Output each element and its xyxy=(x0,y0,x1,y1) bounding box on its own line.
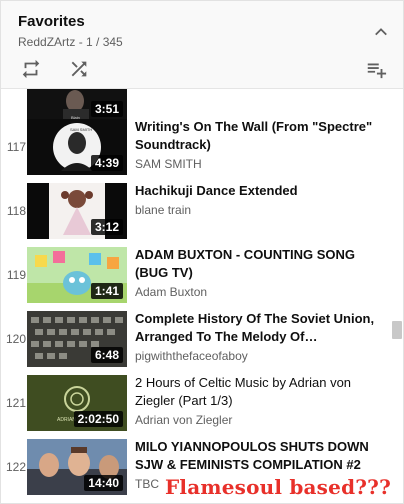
chevron-up-icon xyxy=(375,28,387,36)
video-thumbnail[interactable]: 1:41 xyxy=(27,247,127,303)
video-title[interactable]: 2 Hours of Celtic Music by Adrian von Zi… xyxy=(135,374,375,410)
loop-button[interactable] xyxy=(19,57,43,81)
playlist-item[interactable]: 120 6:48 Complete History Of The Soviet … xyxy=(1,307,389,371)
video-duration: 2:02:50 xyxy=(73,411,123,427)
channel-name[interactable]: TBC xyxy=(135,476,159,492)
item-index: 117 xyxy=(6,140,26,154)
svg-text:SAM SMITH: SAM SMITH xyxy=(70,127,92,132)
repeat-icon xyxy=(22,59,40,79)
channel-name[interactable]: Adam Buxton xyxy=(135,284,207,300)
playlist-subtitle: ReddZArtz - 1 / 345 xyxy=(18,35,123,49)
scrollbar[interactable] xyxy=(389,89,403,503)
playlist-items[interactable]: Blain 3:51 117 SAM SMITH 4:39 Writing's … xyxy=(1,89,389,503)
scrollbar-thumb[interactable] xyxy=(392,321,402,339)
playlist-panel: Favorites ReddZArtz - 1 / 345 Blain 3:51… xyxy=(0,0,404,504)
video-title[interactable]: Hachikuji Dance Extended xyxy=(135,182,375,200)
playlist-item[interactable]: 121 ADRIAN VON ZIEGLER 2:02:50 2 Hours o… xyxy=(1,371,389,435)
playlist-item[interactable]: 119 1:41 ADAM BUXTON - COUNTING SONG (BU… xyxy=(1,243,389,307)
playlist-item[interactable]: 117 SAM SMITH 4:39 Writing's On The Wall… xyxy=(1,115,389,179)
playlist-add-icon xyxy=(367,63,387,79)
shuffle-button[interactable] xyxy=(67,57,91,81)
playlist-header: Favorites ReddZArtz - 1 / 345 xyxy=(1,1,403,89)
channel-name[interactable]: pigwiththefaceofaboy xyxy=(135,348,248,364)
item-index: 119 xyxy=(6,268,26,282)
item-index: 122 xyxy=(5,460,26,474)
playlist-position: 1 / 345 xyxy=(86,35,123,49)
save-playlist-button[interactable] xyxy=(364,57,388,81)
channel-name[interactable]: blane train xyxy=(135,202,191,218)
playlist-owner[interactable]: ReddZArtz xyxy=(18,35,75,49)
channel-name[interactable]: Adrian von Ziegler xyxy=(135,412,232,428)
video-title[interactable]: Writing's On The Wall (From "Spectre" So… xyxy=(135,118,375,154)
collapse-button[interactable] xyxy=(369,20,393,44)
video-duration: 3:12 xyxy=(90,219,123,235)
playlist-title[interactable]: Favorites xyxy=(18,13,85,30)
item-index: 121 xyxy=(5,396,26,410)
shuffle-icon xyxy=(71,61,87,77)
video-title[interactable]: Complete History Of The Soviet Union, Ar… xyxy=(135,310,375,346)
video-thumbnail[interactable]: 3:12 xyxy=(27,183,127,239)
video-thumbnail[interactable]: ADRIAN VON ZIEGLER 2:02:50 xyxy=(27,375,127,431)
item-index: 118 xyxy=(6,204,26,218)
video-duration: 6:48 xyxy=(90,347,123,363)
video-thumbnail[interactable]: SAM SMITH 4:39 xyxy=(27,119,127,175)
video-duration: 14:40 xyxy=(84,475,123,491)
playlist-item[interactable]: 118 3:12 Hachikuji Dance Extended blane … xyxy=(1,179,389,243)
video-title[interactable]: MILO YIANNOPOULOS SHUTS DOWN SJW & FEMIN… xyxy=(135,438,375,474)
video-title[interactable]: ADAM BUXTON - COUNTING SONG (BUG TV) xyxy=(135,246,375,282)
video-duration: 4:39 xyxy=(90,155,123,171)
video-duration: 1:41 xyxy=(90,283,123,299)
overlay-caption: Flamesoul based??? xyxy=(165,475,392,499)
video-thumbnail[interactable]: 14:40 xyxy=(27,439,127,495)
channel-name[interactable]: SAM SMITH xyxy=(135,156,202,172)
subtitle-separator: - xyxy=(75,35,87,49)
item-index: 120 xyxy=(5,332,26,346)
video-thumbnail[interactable]: 6:48 xyxy=(27,311,127,367)
